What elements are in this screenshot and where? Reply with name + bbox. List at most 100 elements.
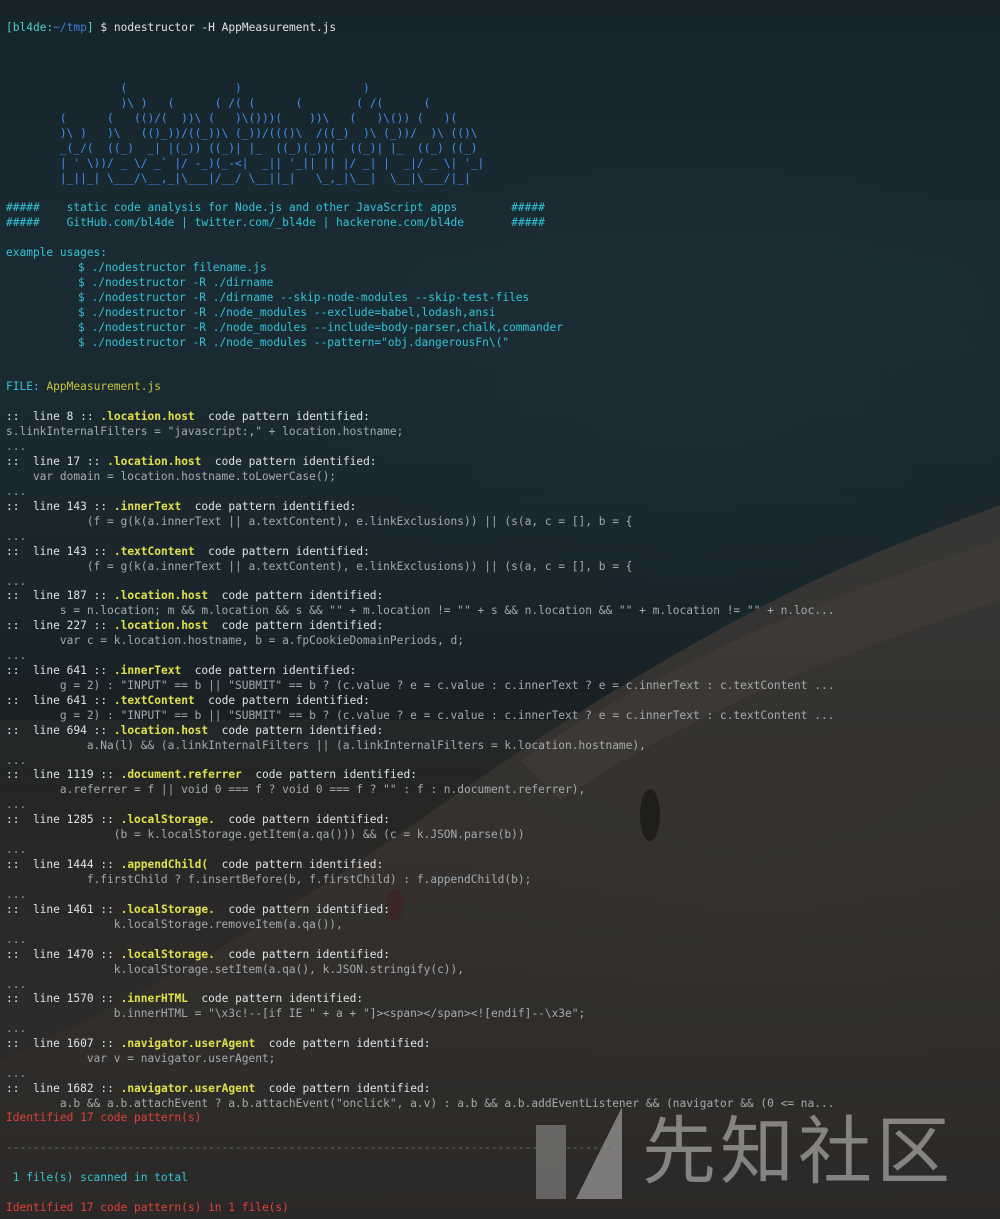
finding-ellipsis: ... [6, 754, 27, 767]
file-name: AppMeasurement.js [46, 380, 161, 393]
finding-code: f.firstChild ? f.insertBefore(b, f.first… [6, 873, 532, 886]
finding-ellipsis: ... [6, 888, 27, 901]
finding-line-number: 641 [66, 694, 87, 707]
banner-hash-right: ##### [511, 201, 545, 214]
finding-sep: :: [100, 858, 114, 871]
usage-example: $ ./nodestructor -R ./dirname [78, 276, 274, 289]
finding-prefix: :: line [6, 768, 60, 781]
finding-suffix: code pattern identified: [221, 619, 384, 632]
finding-header: :: line 1461 :: .localStorage. code patt… [6, 902, 390, 917]
finding-line-number: 1461 [66, 903, 94, 916]
finding-header: :: line 1119 :: .document.referrer code … [6, 767, 417, 782]
finding-suffix: code pattern identified: [208, 694, 370, 707]
finding-line-number: 1682 [66, 1082, 94, 1095]
finding-pattern: .location.host [113, 619, 209, 632]
banner-tagline-line: ##### static code analysis for Node.js a… [6, 200, 545, 215]
finding-ellipsis: ... [6, 1022, 27, 1035]
usage-example: $ ./nodestructor -R ./node_modules --exc… [78, 306, 496, 319]
finding-ellipsis: ... [6, 798, 27, 811]
finding-ellipsis: ... [6, 978, 27, 991]
finding-pattern: .location.host [100, 410, 195, 423]
finding-header: :: line 1570 :: .innerHTML code pattern … [6, 991, 363, 1006]
finding-line-number: 1119 [66, 768, 94, 781]
finding-code: s.linkInternalFilters = "javascript:," +… [6, 425, 404, 438]
finding-prefix: :: line [6, 992, 60, 1005]
prompt-open-bracket: [ [6, 21, 13, 34]
banner-links: GitHub.com/bl4de | twitter.com/_bl4de | … [66, 216, 465, 229]
finding-code: g = 2) : "INPUT" == b || "SUBMIT" == b ?… [6, 679, 835, 692]
finding-ellipsis: ... [6, 933, 27, 946]
finding-header: :: line 143 :: .textContent code pattern… [6, 544, 370, 559]
finding-header: :: line 1444 :: .appendChild( code patte… [6, 857, 383, 872]
finding-suffix: code pattern identified: [228, 813, 391, 826]
finding-prefix: :: line [6, 619, 60, 632]
usage-example: $ ./nodestructor -R ./dirname --skip-nod… [78, 291, 530, 304]
finding-sep: :: [93, 500, 108, 513]
finding-suffix: code pattern identified: [208, 545, 370, 558]
finding-line-number: 187 [66, 589, 87, 602]
banner-hash-left: ##### [6, 201, 40, 214]
finding-code: (f = g(k(a.innerText || a.textContent), … [6, 560, 633, 573]
finding-suffix: code pattern identified: [268, 1082, 431, 1095]
finding-suffix: code pattern identified: [201, 992, 364, 1005]
finding-header: :: line 1285 :: .localStorage. code patt… [6, 812, 390, 827]
finding-header: :: line 143 :: .innerText code pattern i… [6, 499, 356, 514]
finding-pattern: .innerText [113, 500, 182, 513]
finding-pattern: .appendChild( [120, 858, 209, 871]
finding-prefix: :: line [6, 455, 60, 468]
finding-ellipsis: ... [6, 485, 27, 498]
finding-prefix: :: line [6, 694, 60, 707]
finding-prefix: :: line [6, 545, 60, 558]
finding-line-number: 1285 [66, 813, 94, 826]
finding-line-number: 641 [66, 664, 87, 677]
finding-code: g = 2) : "INPUT" == b || "SUBMIT" == b ?… [6, 709, 835, 722]
finding-code: a.b && a.b.attachEvent ? a.b.attachEvent… [6, 1097, 835, 1110]
finding-prefix: :: line [6, 724, 60, 737]
finding-header: :: line 1470 :: .localStorage. code patt… [6, 947, 390, 962]
prompt-path: ~/tmp [53, 21, 87, 34]
finding-line-number: 1444 [66, 858, 94, 871]
finding-pattern: .localStorage. [120, 948, 215, 961]
finding-line-number: 227 [66, 619, 87, 632]
finding-pattern: .localStorage. [120, 813, 215, 826]
finding-pattern: .innerText [113, 664, 182, 677]
prompt-user-host: bl4de [12, 21, 47, 34]
file-label: FILE: [6, 380, 40, 393]
finding-pattern: .textContent [113, 545, 195, 558]
ascii-banner-line: | ' \))/ _ \/ _` |/ -_)(_-<| _|| '_|| ||… [6, 157, 485, 170]
finding-prefix: :: line [6, 903, 60, 916]
finding-ellipsis: ... [6, 1067, 27, 1080]
banner-links-line: ##### GitHub.com/bl4de | twitter.com/_bl… [6, 215, 545, 230]
usage-example: $ ./nodestructor -R ./node_modules --pat… [78, 336, 510, 349]
ascii-banner-line: ( ) ) [6, 82, 370, 95]
banner-hash-right: ##### [511, 216, 545, 229]
file-line: FILE: AppMeasurement.js [6, 379, 161, 394]
finding-suffix: code pattern identified: [194, 664, 357, 677]
finding-sep: :: [93, 724, 108, 737]
finding-prefix: :: line [6, 500, 60, 513]
finding-code: b.innerHTML = "\x3c!--[if IE " + a + "]>… [6, 1007, 586, 1020]
usage-example: $ ./nodestructor -R ./node_modules --inc… [78, 321, 563, 334]
finding-header: :: line 17 :: .location.host code patter… [6, 454, 377, 469]
prompt-line: [bl4de:~/tmp] $ nodestructor -H AppMeasu… [6, 20, 336, 35]
usage-example: $ ./nodestructor filename.js [78, 261, 267, 274]
finding-pattern: .textContent [113, 694, 195, 707]
banner-hash-left: ##### [6, 216, 40, 229]
usage-heading: example usages: [6, 246, 108, 259]
banner-tagline: static code analysis for Node.js and oth… [66, 201, 458, 214]
finding-pattern: .location.host [113, 724, 209, 737]
finding-suffix: code pattern identified: [221, 724, 384, 737]
finding-sep: :: [93, 545, 108, 558]
finding-line-number: 1570 [66, 992, 94, 1005]
finding-code: (f = g(k(a.innerText || a.textContent), … [6, 515, 633, 528]
finding-prefix: :: line [6, 1037, 60, 1050]
total-identified: Identified 17 code pattern(s) in 1 file(… [6, 1201, 289, 1214]
terminal-output: [bl4de:~/tmp] $ nodestructor -H AppMeasu… [0, 0, 1000, 1219]
finding-code: a.Na(l) && (a.linkInternalFilters || (a.… [6, 739, 646, 752]
finding-prefix: :: line [6, 1082, 60, 1095]
finding-ellipsis: ... [6, 843, 27, 856]
finding-suffix: code pattern identified: [228, 948, 391, 961]
finding-line-number: 1607 [66, 1037, 94, 1050]
finding-prefix: :: line [6, 410, 60, 423]
finding-header: :: line 1607 :: .navigator.userAgent cod… [6, 1036, 430, 1051]
